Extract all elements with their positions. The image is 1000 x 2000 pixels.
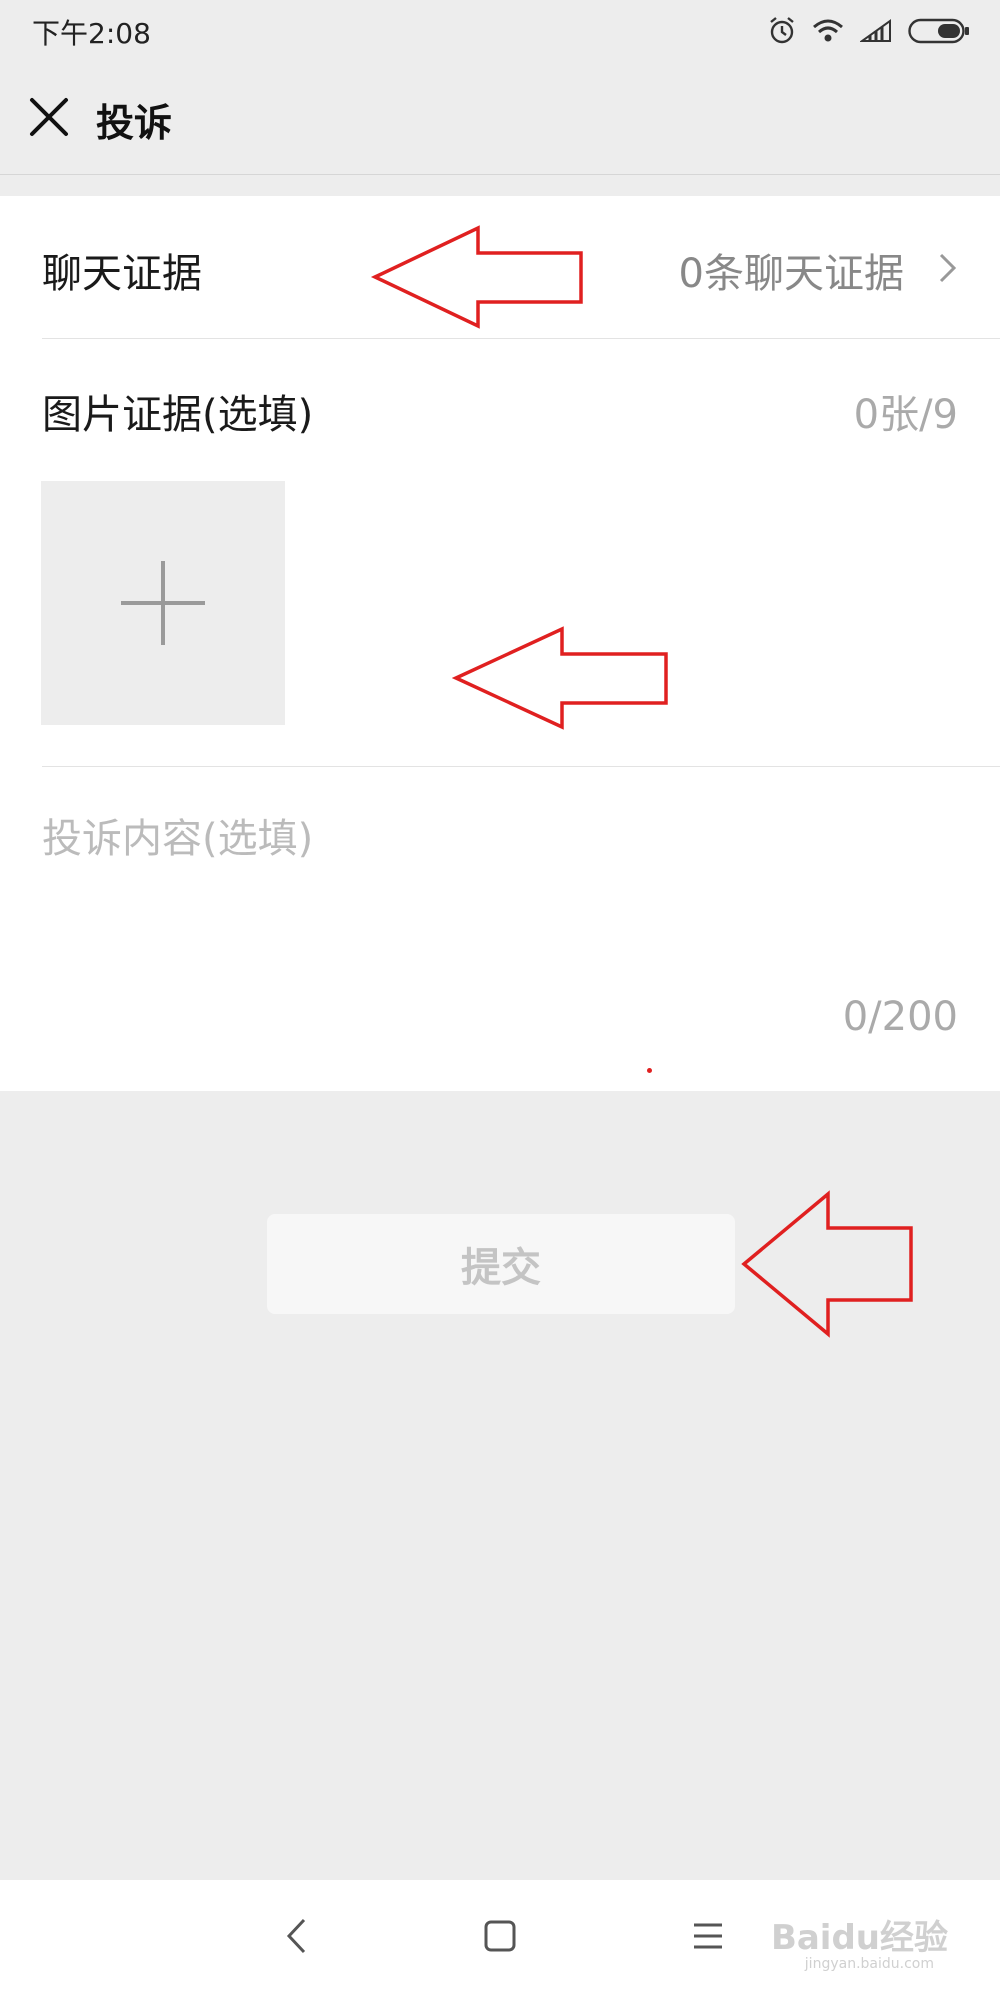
status-time: 下午2:08 [32, 17, 151, 50]
complaint-content-input[interactable] [42, 806, 962, 956]
annotation-dot [647, 1068, 652, 1073]
chat-evidence-label: 聊天证据 [42, 251, 202, 297]
back-icon[interactable] [284, 1916, 308, 1960]
submit-button[interactable]: 提交 [267, 1214, 735, 1314]
signal-icon [860, 19, 892, 43]
status-icons [768, 14, 970, 48]
navigation-bar: Baidu经验 jingyan.baidu.com [0, 1880, 1000, 2000]
chevron-right-icon [938, 252, 958, 288]
alarm-icon [768, 16, 796, 46]
add-image-button[interactable] [41, 481, 285, 725]
wifi-icon [812, 18, 844, 44]
battery-icon [908, 18, 970, 44]
close-icon[interactable] [26, 94, 72, 140]
divider [42, 338, 1000, 339]
status-bar: 下午2:08 [0, 0, 1000, 62]
plus-icon [121, 561, 205, 645]
home-icon[interactable] [484, 1920, 516, 1956]
menu-icon[interactable] [692, 1922, 724, 1954]
image-evidence-label: 图片证据(选填) [42, 392, 314, 438]
complaint-screen: 下午2:08 投诉 聊天证据 0条聊天证据 图片证据(选填) 0张/9 投诉内容… [0, 0, 1000, 2000]
watermark-url: jingyan.baidu.com [804, 1956, 934, 1972]
annotation-arrow [452, 626, 668, 730]
chat-evidence-count: 0条聊天证据 [678, 251, 904, 297]
watermark: Baidu经验 [770, 1918, 948, 1958]
divider [42, 766, 1000, 767]
annotation-arrow [741, 1190, 913, 1338]
image-evidence-count: 0张/9 [853, 392, 958, 438]
annotation-arrow [370, 225, 583, 329]
title-bar: 投诉 [0, 62, 1000, 175]
page-title: 投诉 [96, 101, 173, 145]
content-char-count: 0/200 [842, 994, 958, 1040]
